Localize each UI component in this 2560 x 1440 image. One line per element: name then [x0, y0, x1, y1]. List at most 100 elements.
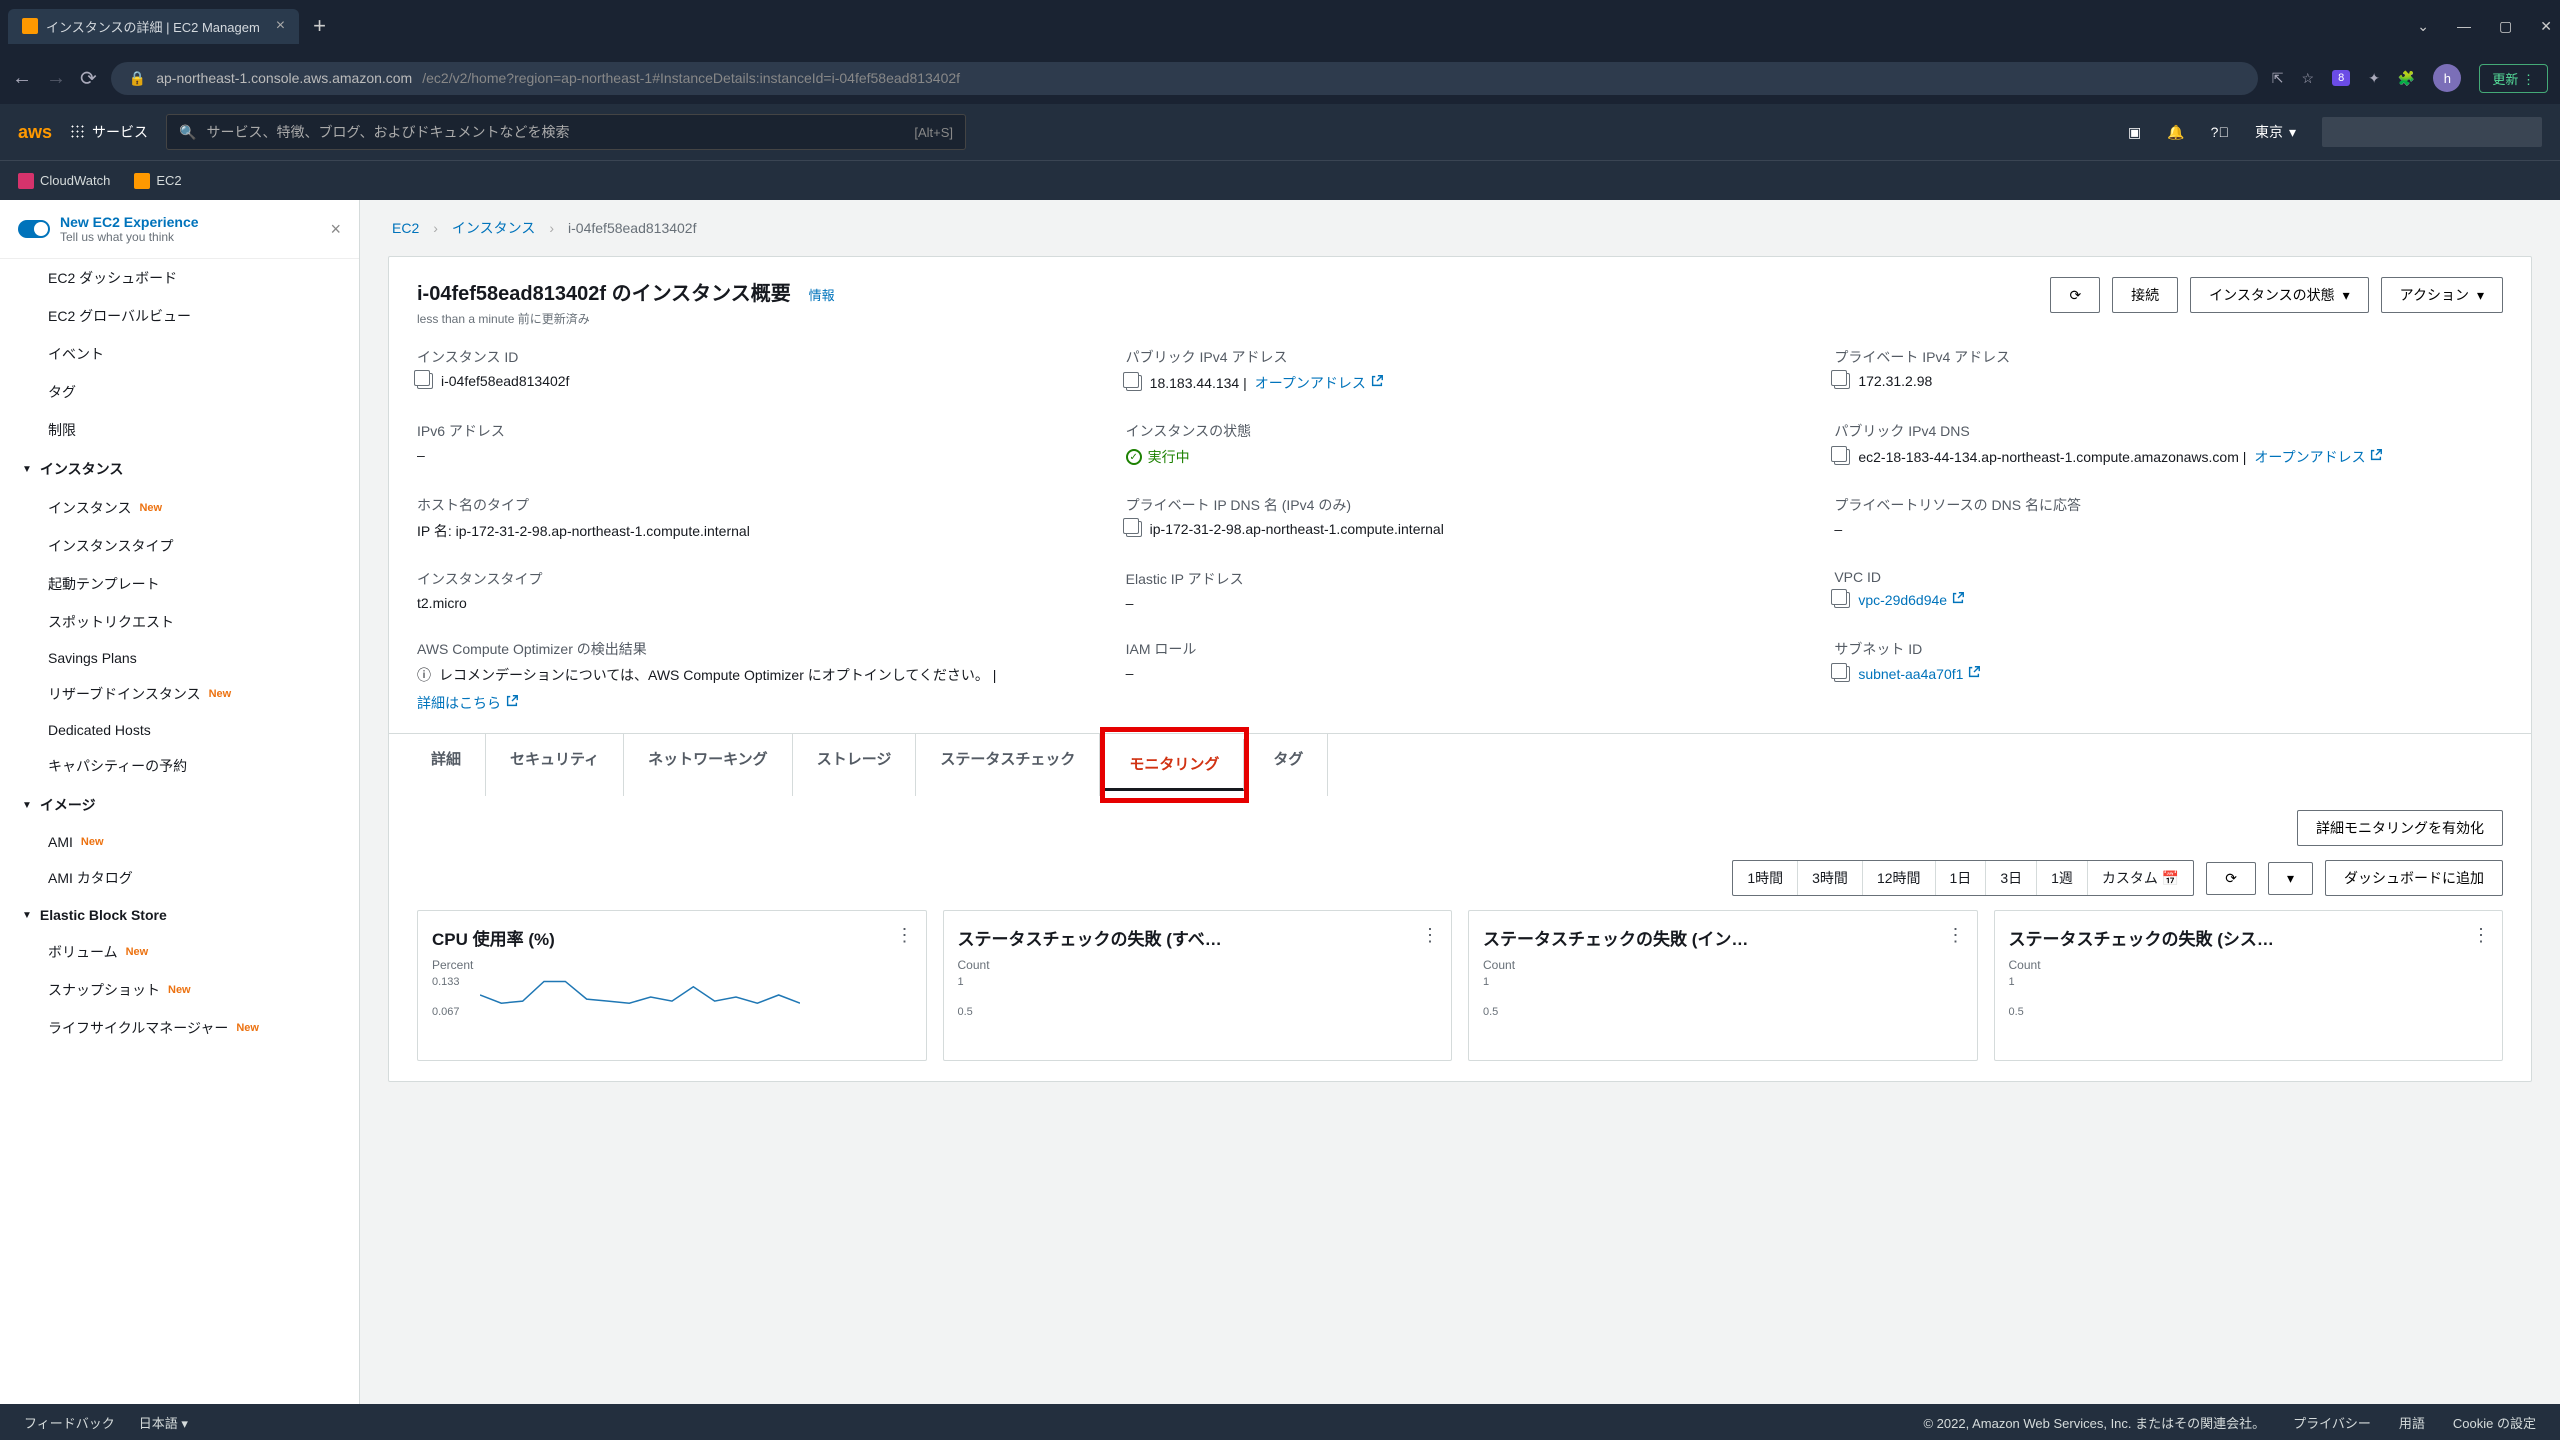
browser-tab[interactable]: インスタンスの詳細 | EC2 Managem × [8, 9, 299, 44]
time-range-option[interactable]: 3時間 [1798, 861, 1863, 895]
maximize-icon[interactable]: ▢ [2499, 18, 2512, 35]
tab-item[interactable]: 詳細 [407, 734, 486, 796]
reload-button[interactable]: ⟳ [80, 66, 97, 91]
sidebar-item[interactable]: 起動テンプレート [0, 565, 359, 603]
sidebar-item[interactable]: ライフサイクルマネージャー New [0, 1009, 359, 1047]
copy-icon[interactable] [1126, 375, 1142, 391]
update-button[interactable]: 更新 ⋮ [2479, 64, 2548, 93]
copy-icon[interactable] [1834, 449, 1850, 465]
sidebar-section-header[interactable]: ▼インスタンス [0, 449, 359, 489]
copy-icon[interactable] [417, 373, 433, 389]
actions-dropdown[interactable]: アクション ▾ [2381, 277, 2503, 313]
instance-state-dropdown[interactable]: インスタンスの状態 ▾ [2190, 277, 2368, 313]
chart-menu-icon[interactable]: ⋮ [2472, 925, 2490, 946]
subnet-link[interactable]: subnet-aa4a70f1 [1858, 665, 1981, 682]
address-bar[interactable]: 🔒 ap-northeast-1.console.aws.amazon.com/… [111, 62, 2258, 95]
copy-icon[interactable] [1834, 666, 1850, 682]
copy-icon[interactable] [1834, 592, 1850, 608]
help-icon[interactable]: ?⃝ [2211, 124, 2229, 140]
copy-icon[interactable] [1834, 373, 1850, 389]
breadcrumb-instances[interactable]: インスタンス [452, 218, 535, 238]
vpc-link[interactable]: vpc-29d6d94e [1858, 591, 1965, 608]
extension-badge[interactable]: 8 [2332, 70, 2350, 86]
forward-button[interactable]: → [46, 67, 66, 90]
share-icon[interactable]: ⇱ [2272, 70, 2284, 87]
refresh-button[interactable]: ⟳ [2050, 277, 2100, 313]
region-selector[interactable]: 東京 ▾ [2255, 122, 2296, 142]
refresh-charts-button[interactable]: ⟳ [2206, 862, 2256, 895]
feedback-link[interactable]: フィードバック [24, 1413, 115, 1432]
enable-detailed-monitoring-button[interactable]: 詳細モニタリングを有効化 [2297, 810, 2503, 846]
favorite-cloudwatch[interactable]: CloudWatch [18, 173, 110, 189]
sidebar-item[interactable]: 制限 [0, 411, 359, 449]
sidebar-item[interactable]: AMI カタログ [0, 859, 359, 897]
time-range-option[interactable]: 1週 [2037, 861, 2088, 895]
cloudshell-icon[interactable]: ▣ [2128, 124, 2141, 141]
sidebar-item[interactable]: スポットリクエスト [0, 603, 359, 641]
sidebar-section-header[interactable]: ▼Elastic Block Store [0, 897, 359, 933]
star-icon[interactable]: ☆ [2302, 70, 2315, 87]
tab-monitoring[interactable]: モニタリング [1105, 739, 1244, 791]
privacy-link[interactable]: プライバシー [2293, 1413, 2371, 1432]
profile-avatar[interactable]: h [2433, 64, 2461, 92]
breadcrumb-root[interactable]: EC2 [392, 220, 419, 236]
tab-item[interactable]: セキュリティ [486, 734, 624, 796]
sidebar-item[interactable]: Savings Plans [0, 641, 359, 675]
terms-link[interactable]: 用語 [2399, 1413, 2425, 1432]
caret-down-icon: ▼ [22, 800, 32, 811]
extension-icon[interactable]: ✦ [2368, 70, 2380, 87]
sidebar-item[interactable]: スナップショット New [0, 971, 359, 1009]
add-to-dashboard-button[interactable]: ダッシュボードに追加 [2325, 860, 2503, 896]
sidebar-item[interactable]: EC2 ダッシュボード [0, 259, 359, 297]
sidebar-item[interactable]: Dedicated Hosts [0, 713, 359, 747]
tab-item[interactable]: ステータスチェック [916, 734, 1100, 796]
tab-item[interactable]: タグ [1249, 734, 1328, 796]
open-address-link[interactable]: オープンアドレス [2254, 447, 2383, 467]
sidebar-item[interactable]: インスタンスタイプ [0, 527, 359, 565]
sidebar-item[interactable]: イベント [0, 335, 359, 373]
sidebar-item[interactable]: タグ [0, 373, 359, 411]
open-address-link[interactable]: オープンアドレス [1255, 373, 1384, 393]
favorite-ec2[interactable]: EC2 [134, 173, 181, 189]
close-tab-icon[interactable]: × [276, 17, 285, 35]
info-link[interactable]: 情報 [809, 288, 835, 303]
time-range-option[interactable]: カスタム 📅 [2088, 861, 2193, 895]
sidebar-item[interactable]: キャパシティーの予約 [0, 747, 359, 785]
learn-more-link[interactable]: 詳細はこちら [417, 693, 519, 713]
sidebar-item[interactable]: リザーブドインスタンスNew [0, 675, 359, 713]
sidebar-item[interactable]: ボリューム New [0, 933, 359, 971]
experience-subtitle[interactable]: Tell us what you think [60, 230, 320, 244]
time-range-option[interactable]: 1時間 [1733, 861, 1798, 895]
new-tab-button[interactable]: + [313, 13, 326, 39]
refresh-options-dropdown[interactable]: ▾ [2268, 862, 2313, 895]
sidebar-item[interactable]: EC2 グローバルビュー [0, 297, 359, 335]
back-button[interactable]: ← [12, 67, 32, 90]
account-menu[interactable] [2322, 117, 2542, 147]
time-range-option[interactable]: 3日 [1986, 861, 2037, 895]
aws-search-input[interactable]: 🔍 サービス、特徴、ブログ、およびドキュメントなどを検索 [Alt+S] [166, 114, 966, 150]
aws-logo[interactable]: aws [18, 122, 52, 143]
connect-button[interactable]: 接続 [2112, 277, 2178, 313]
close-icon[interactable]: × [330, 219, 341, 240]
notifications-icon[interactable]: 🔔 [2167, 124, 2184, 141]
close-window-icon[interactable]: ✕ [2540, 18, 2552, 35]
chart-menu-icon[interactable]: ⋮ [896, 925, 914, 946]
tab-item[interactable]: ストレージ [793, 734, 917, 796]
detail-value: 172.31.2.98 [1834, 373, 2503, 389]
language-selector[interactable]: 日本語 ▾ [139, 1413, 188, 1432]
puzzle-icon[interactable]: 🧩 [2398, 70, 2415, 87]
time-range-option[interactable]: 12時間 [1863, 861, 1936, 895]
tab-item[interactable]: ネットワーキング [624, 734, 793, 796]
time-range-option[interactable]: 1日 [1936, 861, 1987, 895]
chart-menu-icon[interactable]: ⋮ [1947, 925, 1965, 946]
chart-menu-icon[interactable]: ⋮ [1421, 925, 1439, 946]
sidebar-item[interactable]: インスタンス New [0, 489, 359, 527]
services-menu[interactable]: サービス [70, 122, 148, 142]
experience-toggle[interactable] [18, 220, 50, 238]
copy-icon[interactable] [1126, 521, 1142, 537]
minimize-icon[interactable]: — [2457, 18, 2471, 35]
chevron-down-icon[interactable]: ⌄ [2417, 18, 2429, 35]
cookie-link[interactable]: Cookie の設定 [2453, 1413, 2536, 1432]
sidebar-item[interactable]: AMI New [0, 825, 359, 859]
sidebar-section-header[interactable]: ▼イメージ [0, 785, 359, 825]
